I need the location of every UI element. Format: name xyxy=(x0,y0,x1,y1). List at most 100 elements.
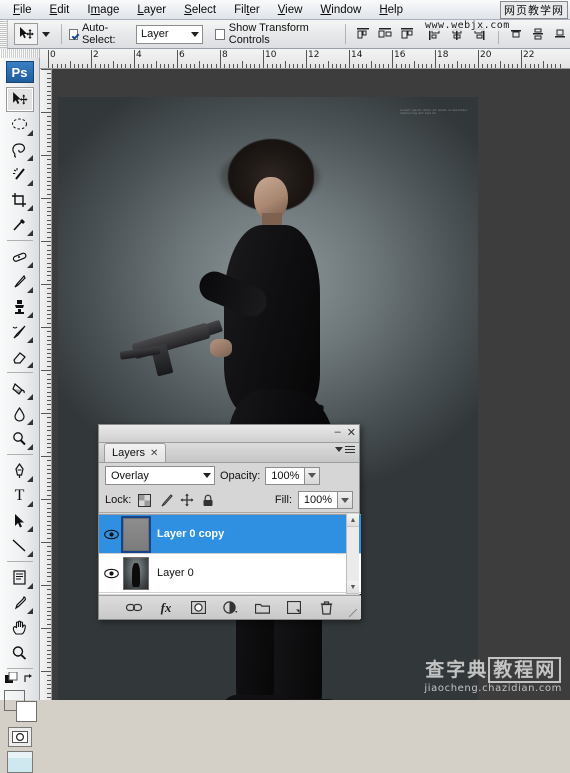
type-tool[interactable]: T xyxy=(6,483,34,508)
lock-transparent-pixels-icon[interactable] xyxy=(137,493,152,508)
show-transform-checkbox[interactable]: Show Transform Controls xyxy=(215,22,337,46)
delete-layer-icon[interactable] xyxy=(317,600,335,616)
swap-colors-icon[interactable] xyxy=(23,673,35,685)
layer-style-fx-icon[interactable]: fx xyxy=(157,600,175,616)
vertical-ruler[interactable] xyxy=(40,69,52,700)
menu-item-layer[interactable]: Layer xyxy=(128,2,175,18)
healing-brush-tool[interactable] xyxy=(6,244,34,269)
menu-item-help[interactable]: Help xyxy=(370,2,412,18)
layer-row-1[interactable]: Layer 0 xyxy=(99,554,361,593)
minimize-icon[interactable]: – xyxy=(335,426,341,439)
panel-menu-button[interactable] xyxy=(335,446,355,453)
path-selection-tool[interactable] xyxy=(6,508,34,533)
layer-name[interactable]: Layer 0 copy xyxy=(157,528,224,540)
tool-preset-chevron-icon[interactable] xyxy=(42,32,50,37)
align-right-edges-icon[interactable] xyxy=(397,24,417,44)
eye-icon[interactable] xyxy=(99,568,123,579)
toolbox-grip[interactable] xyxy=(0,49,40,58)
lasso-tool[interactable] xyxy=(6,137,34,162)
layer-thumbnail[interactable] xyxy=(123,557,149,590)
default-colors-icon[interactable] xyxy=(5,672,18,685)
ruler-minor-tick xyxy=(512,64,513,68)
tool-preset-picker[interactable] xyxy=(8,23,54,45)
eyedropper-tool[interactable] xyxy=(6,590,34,615)
layer-list-scrollbar[interactable]: ▲ ▼ xyxy=(346,514,359,594)
fill-input[interactable]: 100% xyxy=(298,491,338,509)
ruler-minor-tick xyxy=(47,602,51,603)
layer-row-0[interactable]: Layer 0 copy xyxy=(99,515,361,554)
scroll-up-arrow-icon[interactable]: ▲ xyxy=(347,514,359,527)
menu-item-view[interactable]: View xyxy=(269,2,312,18)
new-group-icon[interactable] xyxy=(253,600,271,616)
lock-all-icon[interactable] xyxy=(200,493,215,508)
notes-tool[interactable] xyxy=(6,565,34,590)
align-left-edges-icon[interactable] xyxy=(353,24,373,44)
align-horizontal-centers-icon[interactable] xyxy=(375,24,395,44)
menu-item-window[interactable]: Window xyxy=(311,2,370,18)
opacity-control[interactable]: 100% xyxy=(265,467,320,485)
menu-item-image[interactable]: Image xyxy=(78,2,128,18)
auto-select-target-dropdown[interactable]: Layer xyxy=(136,25,203,44)
ruler-minor-tick xyxy=(47,254,51,255)
pen-tool[interactable] xyxy=(6,458,34,483)
menu-item-select[interactable]: Select xyxy=(175,2,225,18)
layers-panel[interactable]: – ✕ Layers ✕ Overlay Opacity: 100% Lock: xyxy=(98,424,360,620)
blur-tool[interactable] xyxy=(6,401,34,426)
ruler-minor-tick xyxy=(47,598,51,599)
ruler-minor-tick xyxy=(47,478,51,479)
eye-icon[interactable] xyxy=(99,529,123,540)
close-icon[interactable]: ✕ xyxy=(347,426,356,439)
new-adjustment-layer-icon[interactable] xyxy=(221,600,239,616)
auto-select-checkbox-box[interactable] xyxy=(69,29,78,40)
layer-thumbnail[interactable] xyxy=(123,518,149,551)
hand-tool[interactable] xyxy=(6,615,34,640)
lock-image-pixels-icon[interactable] xyxy=(158,493,173,508)
new-layer-icon[interactable] xyxy=(285,600,303,616)
ruler-minor-tick xyxy=(47,310,51,311)
scroll-down-arrow-icon[interactable]: ▼ xyxy=(347,581,359,594)
layer-name[interactable]: Layer 0 xyxy=(157,567,194,579)
link-layers-icon[interactable] xyxy=(125,600,143,616)
opacity-slider-arrow[interactable] xyxy=(305,467,320,485)
blend-mode-dropdown[interactable]: Overlay xyxy=(105,466,215,485)
dodge-tool[interactable] xyxy=(6,426,34,451)
opacity-input[interactable]: 100% xyxy=(265,467,305,485)
add-layer-mask-icon[interactable] xyxy=(189,600,207,616)
eraser-tool[interactable] xyxy=(6,344,34,369)
auto-select-checkbox[interactable]: Auto-Select: xyxy=(69,22,136,46)
slice-tool[interactable] xyxy=(6,212,34,237)
layers-panel-titlebar[interactable]: – ✕ xyxy=(99,425,359,443)
fill-control[interactable]: 100% xyxy=(298,491,353,509)
menu-item-filter[interactable]: Filter xyxy=(225,2,269,18)
horizontal-ruler[interactable]: 0246810121416182022 xyxy=(40,49,570,69)
move-tool[interactable] xyxy=(6,87,34,112)
show-transform-checkbox-box[interactable] xyxy=(215,29,224,40)
clone-stamp-tool[interactable] xyxy=(6,294,34,319)
tab-close-icon[interactable]: ✕ xyxy=(150,448,158,459)
zoom-tool[interactable] xyxy=(6,640,34,665)
line-tool[interactable] xyxy=(6,533,34,558)
ruler-minor-tick xyxy=(47,138,51,139)
history-brush-tool[interactable] xyxy=(6,319,34,344)
tab-layers[interactable]: Layers ✕ xyxy=(104,443,166,462)
fill-slider-arrow[interactable] xyxy=(338,491,353,509)
menu-item-file[interactable]: File xyxy=(4,2,41,18)
layer-list[interactable]: Layer 0 copy Layer 0 xyxy=(99,514,361,594)
marquee-tool[interactable] xyxy=(6,112,34,137)
brush-tool[interactable] xyxy=(6,269,34,294)
distribute-vertical-center-icon[interactable] xyxy=(528,24,548,44)
ruler-minor-tick xyxy=(125,64,126,68)
ruler-minor-tick xyxy=(47,572,51,573)
quick-mask-mode-icon[interactable] xyxy=(8,727,32,747)
background-color-swatch[interactable] xyxy=(16,701,37,722)
gradient-tool[interactable] xyxy=(6,376,34,401)
menu-item-edit[interactable]: Edit xyxy=(41,2,79,18)
magic-wand-tool[interactable] xyxy=(6,162,34,187)
options-bar-grip[interactable] xyxy=(0,20,8,49)
distribute-bottom-icon[interactable] xyxy=(550,24,570,44)
crop-tool[interactable] xyxy=(6,187,34,212)
lock-position-icon[interactable] xyxy=(179,493,194,508)
panel-resize-grip[interactable] xyxy=(349,609,357,617)
screen-mode-icon[interactable] xyxy=(7,751,33,773)
ruler-minor-tick xyxy=(57,64,58,68)
